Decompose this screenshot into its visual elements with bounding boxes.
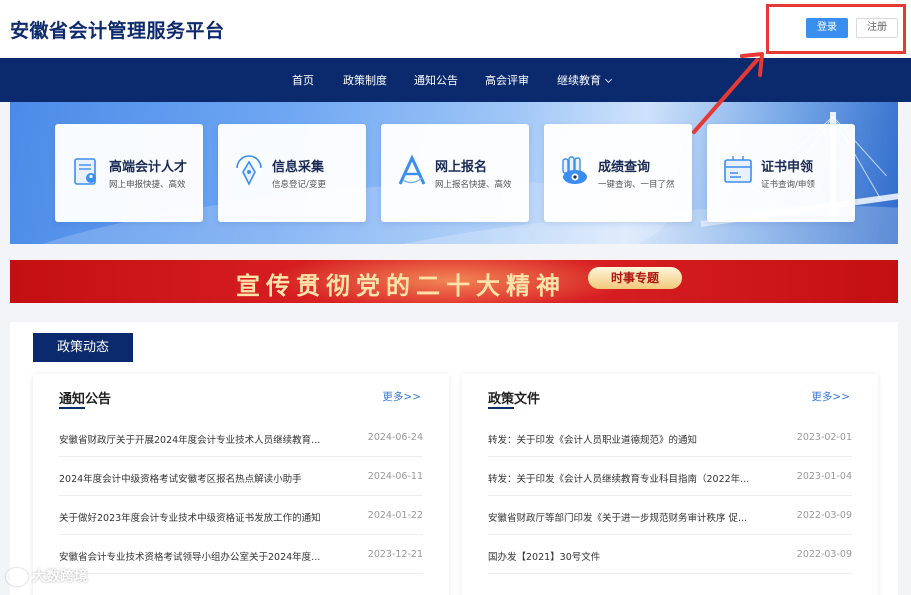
more-link[interactable]: 更多>>	[811, 389, 850, 404]
site-title[interactable]: 安徽省会计管理服务平台	[10, 16, 225, 43]
list-item-date: 2024-01-22	[367, 510, 423, 521]
watermark-text: 大数跨境	[32, 569, 88, 585]
service-card-online-registration[interactable]: 网上报名 网上报名快捷、高效	[381, 124, 529, 222]
service-card-senior-accountant[interactable]: 高端会计人才 网上申报快捷、高效	[55, 124, 203, 222]
list-item[interactable]: 安徽省会计专业技术资格考试领导小组办公室关于2024年度... 2023-12-…	[59, 535, 423, 574]
nav-item-label: 高会评审	[485, 74, 529, 87]
list-item-date: 2024-06-11	[367, 471, 423, 482]
service-card-subtitle: 信息登记/变更	[272, 180, 326, 190]
main-nav: 首页 政策制度 通知公告 高会评审 继续教育	[0, 58, 911, 102]
watermark: 大数跨境	[6, 566, 88, 586]
pen-nib-icon	[236, 155, 262, 186]
nav-item-label: 政策制度	[343, 74, 387, 87]
service-card-subtitle: 网上申报快捷、高效	[109, 180, 186, 190]
nav-item-label: 首页	[292, 74, 314, 87]
section-tag: 政策动态	[33, 333, 133, 362]
service-card-info-collection[interactable]: 信息采集 信息登记/变更	[218, 124, 366, 222]
service-card-certificate[interactable]: 证书申领 证书查询/申领	[707, 124, 855, 222]
register-button[interactable]: 注册	[856, 18, 898, 38]
list-item-date: 2023-01-04	[796, 471, 852, 482]
nav-item-senior-review[interactable]: 高会评审	[485, 72, 529, 88]
promo-slogan: 宣传贯彻党的二十大精神	[236, 271, 566, 300]
list-item[interactable]: 2024年度会计中级资格考试安徽考区报名热点解读小助手 2024-06-11	[59, 457, 423, 496]
column-title-underline	[488, 407, 514, 409]
policy-documents-column: 政策文件 更多>> 转发：关于印发《会计人员职业道德规范》的通知 2023-02…	[462, 374, 878, 595]
service-card-subtitle: 一键查询、一目了然	[598, 180, 675, 190]
list-item[interactable]: 安徽省财政厅关于开展2024年度会计专业技术人员继续教育... 2024-06-…	[59, 418, 423, 457]
list-item-title: 安徽省会计专业技术资格考试领导小组办公室关于2024年度...	[59, 552, 321, 563]
nav-item-label: 继续教育	[557, 74, 601, 87]
nav-item-label: 通知公告	[414, 74, 458, 87]
list-item[interactable]: 转发：关于印发《会计人员继续教育专业科目指南（2022年... 2023-01-…	[488, 457, 852, 496]
nav-item-continuing-education[interactable]: 继续教育	[557, 72, 613, 88]
service-card-subtitle: 网上报名快捷、高效	[435, 180, 512, 190]
list-item-date: 2023-12-21	[367, 549, 423, 560]
service-card-title: 高端会计人才	[109, 160, 188, 175]
list-item-title: 关于做好2023年度会计专业技术中级资格证书发放工作的通知	[59, 513, 321, 524]
promo-banner[interactable]: 宣传贯彻党的二十大精神 时事专题	[10, 260, 898, 303]
service-card-title: 信息采集	[272, 160, 325, 175]
watermark-logo-icon	[6, 568, 28, 586]
nav-item-home[interactable]: 首页	[292, 72, 314, 88]
nav-item-notices[interactable]: 通知公告	[414, 72, 458, 88]
list-item[interactable]: 转发：关于印发《会计人员职业道德规范》的通知 2023-02-01	[488, 418, 852, 457]
service-card-title: 成绩查询	[598, 160, 651, 175]
service-card-title: 证书申领	[761, 160, 814, 175]
column-title: 政策文件	[488, 392, 541, 407]
certificate-icon	[724, 156, 752, 183]
list-item-date: 2024-06-24	[367, 432, 423, 443]
chevron-down-icon	[604, 75, 613, 84]
page: 安徽省会计管理服务平台 登录 注册 首页 政策制度 通知公告 高会评审 继续教育…	[0, 0, 911, 595]
list-item-title: 安徽省财政厅关于开展2024年度会计专业技术人员继续教育...	[59, 435, 321, 446]
login-button[interactable]: 登录	[806, 18, 848, 38]
list-item-date: 2022-03-09	[796, 510, 852, 521]
list-item[interactable]: 关于做好2023年度会计专业技术中级资格证书发放工作的通知 2024-01-22	[59, 496, 423, 535]
service-card-subtitle: 证书查询/申领	[761, 180, 815, 190]
letter-a-icon	[398, 154, 426, 185]
service-card-score-query[interactable]: 成绩查询 一键查询、一目了然	[544, 124, 692, 222]
list-item-title: 2024年度会计中级资格考试安徽考区报名热点解读小助手	[59, 474, 302, 485]
promo-badge: 时事专题	[588, 267, 682, 289]
column-title: 通知公告	[59, 392, 112, 407]
column-title-underline	[59, 407, 85, 409]
list-item-title: 安徽省财政厅等部门印发《关于进一步规范财务审计秩序 促...	[488, 513, 748, 524]
list-item-title: 转发：关于印发《会计人员继续教育专业科目指南（2022年...	[488, 474, 750, 485]
list-item-date: 2022-03-09	[796, 549, 852, 560]
list-item[interactable]: 安徽省财政厅等部门印发《关于进一步规范财务审计秩序 促... 2022-03-0…	[488, 496, 852, 535]
service-card-title: 网上报名	[435, 160, 488, 175]
document-person-icon	[74, 158, 96, 185]
hand-eye-icon	[562, 156, 587, 184]
list-item-title: 国办发【2021】30号文件	[488, 552, 601, 563]
list-item[interactable]: 国办发【2021】30号文件 2022-03-09	[488, 535, 852, 574]
notices-column: 通知公告 更多>> 安徽省财政厅关于开展2024年度会计专业技术人员继续教育..…	[33, 374, 449, 595]
more-link[interactable]: 更多>>	[382, 389, 421, 404]
nav-item-policy[interactable]: 政策制度	[343, 72, 387, 88]
list-item-title: 转发：关于印发《会计人员职业道德规范》的通知	[488, 435, 698, 446]
list-item-date: 2023-02-01	[796, 432, 852, 443]
